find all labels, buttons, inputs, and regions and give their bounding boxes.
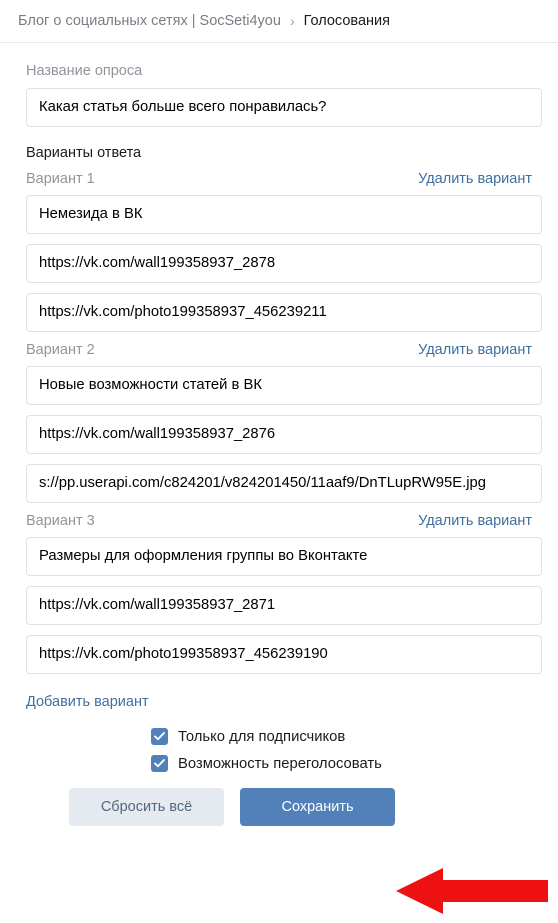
delete-variant-button[interactable]: Удалить вариант (418, 513, 532, 529)
poll-editor-form: Название опроса Какая статья больше всег… (0, 43, 558, 826)
variant-block: Вариант 1 Удалить вариант Немезида в ВК … (21, 171, 542, 332)
variant-label: Вариант 3 (26, 513, 95, 529)
variant-label: Вариант 2 (26, 342, 95, 358)
form-actions: Сбросить всё Сохранить (21, 788, 537, 826)
answers-section-label: Варианты ответа (26, 145, 142, 161)
variant-image-input[interactable]: https://vk.com/photo199358937_456239190 (26, 635, 542, 674)
breadcrumb-current: Голосования (303, 13, 390, 29)
variant-header: Вариант 3 Удалить вариант (26, 513, 532, 529)
chevron-right-icon: › (289, 13, 295, 29)
variant-block: Вариант 2 Удалить вариант Новые возможно… (21, 342, 542, 503)
checkbox-checked-icon[interactable] (151, 755, 168, 772)
variant-link-input[interactable]: https://vk.com/wall199358937_2878 (26, 244, 542, 283)
variant-text-input[interactable]: Размеры для оформления группы во Вконтак… (26, 537, 542, 576)
add-variant-button[interactable]: Добавить вариант (26, 694, 149, 710)
poll-title-label: Название опроса (26, 63, 143, 79)
variant-link-input[interactable]: https://vk.com/wall199358937_2876 (26, 415, 542, 454)
delete-variant-button[interactable]: Удалить вариант (418, 171, 532, 187)
variant-text-input[interactable]: Новые возможности статей в ВК (26, 366, 542, 405)
variant-image-input[interactable]: https://vk.com/photo199358937_456239211 (26, 293, 542, 332)
variant-block: Вариант 3 Удалить вариант Размеры для оф… (21, 513, 542, 674)
save-button[interactable]: Сохранить (240, 788, 395, 826)
variant-image-input[interactable]: s://pp.userapi.com/c824201/v824201450/11… (26, 464, 542, 503)
checkmark-icon (154, 732, 165, 741)
breadcrumb-bar: Блог о социальных сетях | SocSeti4you › … (0, 0, 558, 43)
poll-options-group: Только для подписчиков Возможность перег… (21, 728, 537, 772)
red-arrow-annotation-icon (396, 868, 548, 914)
checkbox-label: Возможность переголосовать (178, 755, 382, 772)
reset-all-button[interactable]: Сбросить всё (69, 788, 224, 826)
breadcrumb-root[interactable]: Блог о социальных сетях | SocSeti4you (18, 13, 281, 29)
variant-text-input[interactable]: Немезида в ВК (26, 195, 542, 234)
checkmark-icon (154, 759, 165, 768)
delete-variant-button[interactable]: Удалить вариант (418, 342, 532, 358)
poll-title-input[interactable]: Какая статья больше всего понравилась? (26, 88, 542, 127)
variant-header: Вариант 2 Удалить вариант (26, 342, 532, 358)
variant-link-input[interactable]: https://vk.com/wall199358937_2871 (26, 586, 542, 625)
checkbox-checked-icon[interactable] (151, 728, 168, 745)
variant-header: Вариант 1 Удалить вариант (26, 171, 532, 187)
variant-label: Вариант 1 (26, 171, 95, 187)
checkbox-row-allow-revote[interactable]: Возможность переголосовать (151, 755, 537, 772)
checkbox-row-subscribers-only[interactable]: Только для подписчиков (151, 728, 537, 745)
checkbox-label: Только для подписчиков (178, 728, 346, 745)
